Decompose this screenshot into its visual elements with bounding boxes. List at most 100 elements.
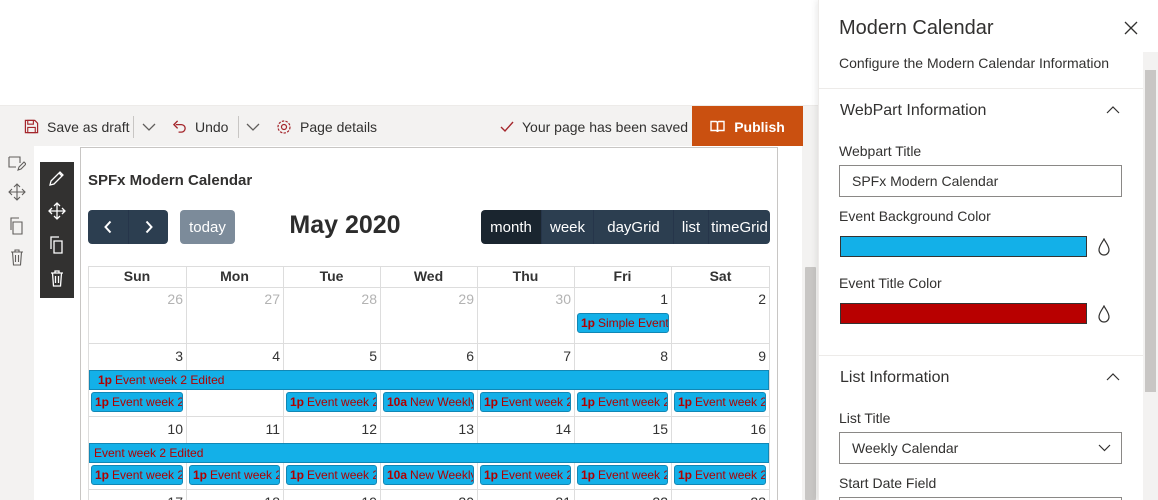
event-weekly[interactable]: 1pEvent week 2 Edited	[674, 392, 766, 412]
event-simple[interactable]: 1p Simple Event	[577, 313, 669, 333]
save-options-dropdown[interactable]	[142, 106, 164, 147]
webpart-title-field[interactable]: SPFx Modern Calendar	[839, 165, 1122, 197]
day-number[interactable]: 14	[477, 421, 571, 437]
undo-label: Undo	[195, 118, 229, 135]
day-number[interactable]: 27	[186, 291, 280, 307]
day-number[interactable]: 20	[380, 494, 474, 500]
save-as-draft-label: Save as draft	[47, 118, 130, 135]
view-week-button[interactable]: week	[542, 210, 594, 244]
event-weekly[interactable]: 1pEvent week 2 Edited	[577, 392, 668, 412]
close-icon[interactable]	[1122, 19, 1140, 37]
day-number[interactable]: 19	[283, 494, 377, 500]
view-timegrid-button[interactable]: timeGrid	[709, 210, 770, 244]
weekday-header: Tue	[319, 268, 344, 284]
day-number[interactable]: 15	[574, 421, 668, 437]
list-title-dropdown[interactable]: Weekly Calendar	[839, 432, 1122, 464]
event-weekly[interactable]: 1pEvent week 2 Edited	[91, 465, 183, 485]
weekday-header: Sun	[123, 268, 151, 284]
edit-webpart-icon[interactable]	[48, 169, 66, 187]
day-number[interactable]: 5	[283, 348, 377, 364]
section-header-list[interactable]: List Information	[840, 369, 949, 387]
event-weekly[interactable]: 1pEvent week 2 Edited	[189, 465, 280, 485]
day-number[interactable]: 30	[477, 291, 571, 307]
delete-webpart-icon[interactable]	[48, 269, 66, 287]
title-color-swatch[interactable]	[840, 303, 1087, 324]
event-time: 1p	[193, 468, 208, 482]
section-header-webpart[interactable]: WebPart Information	[840, 102, 986, 120]
chevron-up-icon[interactable]	[1106, 106, 1120, 114]
event-weekly[interactable]: 1pEvent week 2 Edited	[286, 465, 377, 485]
chevron-down-icon	[1098, 444, 1111, 452]
day-number[interactable]: 11	[186, 421, 280, 437]
grid-line	[769, 266, 770, 500]
event-title: Event week 2 Edited	[115, 373, 225, 387]
day-number[interactable]: 18	[186, 494, 280, 500]
event-weekly[interactable]: 1pEvent week 2 Edited	[91, 392, 183, 412]
scrollbar-thumb[interactable]	[805, 267, 816, 500]
move-webpart-icon[interactable]	[48, 202, 66, 220]
duplicate-section-icon[interactable]	[8, 217, 26, 235]
view-switcher: month week dayGrid list timeGrid	[481, 210, 770, 244]
day-number[interactable]: 28	[283, 291, 377, 307]
grid-line	[88, 416, 770, 417]
move-section-icon[interactable]	[8, 183, 26, 201]
event-time: 1p	[581, 468, 596, 482]
day-number[interactable]: 7	[477, 348, 571, 364]
command-bar: Save as draft Undo Page details Your pag…	[0, 105, 818, 147]
day-number[interactable]: 2	[671, 291, 766, 307]
event-title: Event week 2 Edited	[598, 468, 667, 482]
day-number[interactable]: 17	[88, 494, 183, 500]
property-pane-scrollbar[interactable]	[1143, 52, 1158, 500]
property-pane-description: Configure the Modern Calendar Informatio…	[839, 55, 1110, 71]
day-number[interactable]: 6	[380, 348, 474, 364]
event-new-weekly[interactable]: 10aNew Weekly Event	[383, 465, 474, 485]
day-number[interactable]: 13	[380, 421, 474, 437]
event-weekly[interactable]: 1pEvent week 2 Edited	[577, 465, 668, 485]
divider	[238, 116, 239, 138]
event-new-weekly[interactable]: 10aNew Weekly Event	[383, 392, 474, 412]
event-multiday[interactable]: Event week 2 Edited	[89, 443, 769, 463]
day-number[interactable]: 29	[380, 291, 474, 307]
event-weekly[interactable]: 1pEvent week 2 Edited	[480, 465, 571, 485]
color-picker-icon[interactable]	[1097, 305, 1111, 323]
event-weekly[interactable]: 1pEvent week 2 Edited	[286, 392, 377, 412]
delete-section-icon[interactable]	[8, 248, 26, 266]
event-weekly[interactable]: 1pEvent week 2 Edited	[674, 465, 766, 485]
page-scrollbar[interactable]	[803, 146, 818, 500]
edit-section-icon[interactable]	[8, 154, 26, 172]
day-number[interactable]: 22	[574, 494, 668, 500]
event-time: 1p	[678, 395, 693, 409]
event-weekly[interactable]: 1pEvent week 2 Edited	[480, 392, 571, 412]
bg-color-swatch[interactable]	[840, 236, 1087, 257]
view-list-button[interactable]: list	[674, 210, 709, 244]
save-as-draft-button[interactable]: Save as draft	[24, 106, 130, 147]
divider	[133, 116, 134, 138]
duplicate-webpart-icon[interactable]	[48, 236, 66, 254]
day-number[interactable]: 9	[671, 348, 766, 364]
scrollbar-thumb[interactable]	[1145, 70, 1156, 392]
day-number[interactable]: 16	[671, 421, 766, 437]
day-number[interactable]: 12	[283, 421, 377, 437]
day-number[interactable]: 23	[671, 494, 766, 500]
view-daygrid-button[interactable]: dayGrid	[594, 210, 674, 244]
day-number[interactable]: 1	[574, 291, 668, 307]
day-number[interactable]: 3	[88, 348, 183, 364]
undo-button[interactable]: Undo	[172, 106, 228, 147]
publish-button[interactable]: Publish	[692, 106, 803, 147]
day-number[interactable]: 8	[574, 348, 668, 364]
event-title: Event week 2 Edited	[501, 468, 570, 482]
day-number[interactable]: 26	[88, 291, 183, 307]
chevron-up-icon[interactable]	[1106, 373, 1120, 381]
gear-icon	[277, 119, 291, 134]
view-month-button[interactable]: month	[481, 210, 542, 244]
undo-options-dropdown[interactable]	[246, 106, 268, 147]
grid-line	[88, 287, 770, 288]
day-number[interactable]: 4	[186, 348, 280, 364]
day-number[interactable]: 10	[88, 421, 183, 437]
event-title: Event week 2 Edited	[307, 468, 376, 482]
day-number[interactable]: 21	[477, 494, 571, 500]
event-multiday[interactable]: 1p Event week 2 Edited	[89, 370, 769, 390]
page-details-button[interactable]: Page details	[276, 106, 377, 147]
event-time: 1p	[581, 316, 596, 330]
color-picker-icon[interactable]	[1097, 238, 1111, 256]
